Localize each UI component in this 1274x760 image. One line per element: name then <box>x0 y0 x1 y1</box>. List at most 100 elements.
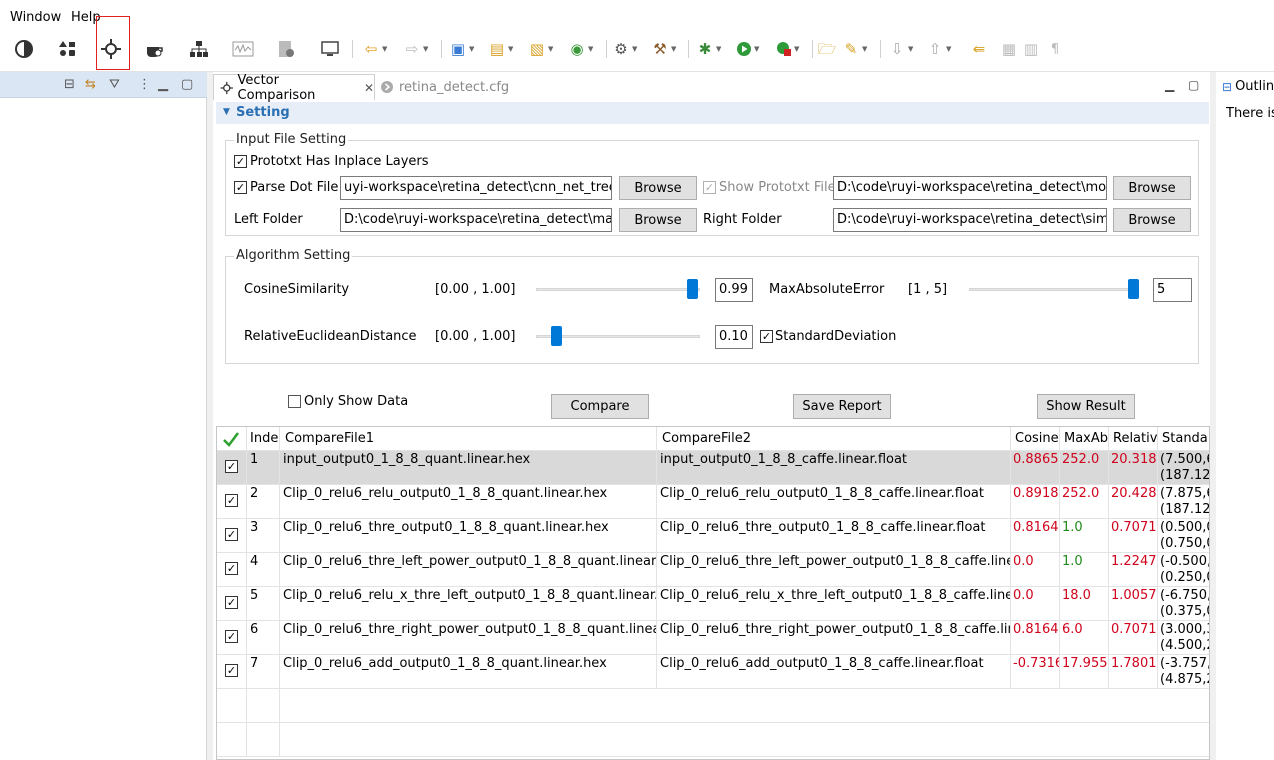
prototxt-field[interactable]: D:\code\ruyi-workspace\retina_detect\mod… <box>833 176 1107 200</box>
only-show-data-checkbox[interactable] <box>288 395 301 408</box>
col-relative[interactable]: Relativ <box>1109 427 1158 451</box>
menu-window[interactable]: Window <box>10 10 61 25</box>
row-checkbox-cell: ✓ <box>217 655 247 689</box>
run-icon[interactable]: ▼ <box>736 38 759 60</box>
monitor-icon[interactable] <box>320 38 340 60</box>
std-line-1: (-0.500,0 <box>1160 554 1209 569</box>
parse-dot-field[interactable]: uyi-workspace\retina_detect\cnn_net_tree… <box>340 176 612 200</box>
view-menu-icon[interactable]: ⋮ <box>138 77 151 92</box>
editor-maximize-icon[interactable]: ▢ <box>1188 78 1199 92</box>
row-checkbox[interactable]: ✓ <box>225 494 238 507</box>
open-folder-icon[interactable]: 🗁 <box>818 38 837 60</box>
table-row[interactable]: ✓ 1 input_output0_1_8_8_quant.linear.hex in… <box>217 451 1209 485</box>
maxabs-slider[interactable] <box>969 288 1139 291</box>
doc-icon[interactable]: ▥ <box>1022 38 1040 60</box>
theme-icon[interactable] <box>14 38 34 60</box>
cell-index: 6 <box>247 621 280 655</box>
browse-right-button[interactable]: Browse <box>1113 208 1191 232</box>
coffee-icon[interactable] <box>145 38 165 60</box>
new-file-icon[interactable]: ▧ ▼ <box>528 38 553 60</box>
row-checkbox[interactable]: ✓ <box>225 596 238 609</box>
row-checkbox[interactable]: ✓ <box>225 664 238 677</box>
new-package-icon[interactable]: ▤ ▼ <box>488 38 513 60</box>
col-maxab[interactable]: MaxAb <box>1060 427 1109 451</box>
back-edit-icon[interactable]: ⇚ <box>970 38 988 60</box>
row-checkbox[interactable]: ✓ <box>225 562 238 575</box>
right-folder-field[interactable]: D:\code\ruyi-workspace\retina_detect\sim… <box>833 208 1107 232</box>
paragraph-icon[interactable]: ¶ <box>1046 38 1064 60</box>
bug-icon[interactable]: ✱ ▼ <box>696 38 722 60</box>
debug-config-icon[interactable]: ⚙ ▼ <box>612 38 637 60</box>
filter-icon[interactable]: ⛛ <box>109 77 120 92</box>
maxabs-value[interactable]: 5 <box>1153 278 1192 302</box>
col-index[interactable]: Inde <box>247 427 280 451</box>
waveform-icon[interactable] <box>232 38 254 60</box>
tab-vector-comparison[interactable]: Vector Comparison ✕ <box>213 73 375 103</box>
main-toolbar: ⇦ ▼ ⇨ ▼ ▣ ▼ ▤ ▼ ▧ ▼ ◉ ▼ ⚙ ▼ ⚒ ▼ ✱ ▼ ▼ ▼ 🗁 ✎ ▼ ⇩ ▼ ⇧… <box>0 28 1274 72</box>
prototxt-inplace-checkbox[interactable]: ✓ <box>234 155 247 168</box>
relative-label: RelativeEuclideanDistance <box>244 329 417 344</box>
compare-button[interactable]: Compare <box>551 394 649 419</box>
table-row[interactable]: ✓ 7 Clip_0_relu6_add_output0_1_8_8_quant.l… <box>217 655 1209 689</box>
col-cosine[interactable]: Cosine <box>1011 427 1060 451</box>
cell-relative: 20.42873 <box>1109 485 1158 519</box>
table-row[interactable]: ✓ 6 Clip_0_relu6_thre_right_power_output0_… <box>217 621 1209 655</box>
browse-left-button[interactable]: Browse <box>619 208 697 232</box>
expand-icon[interactable]: ▼ <box>223 107 230 117</box>
table-row[interactable]: ✓ 2 Clip_0_relu6_relu_output0_1_8_8_quant.… <box>217 485 1209 519</box>
highlight-box <box>96 16 130 70</box>
build-icon[interactable]: ⚒ ▼ <box>651 38 676 60</box>
new-class-icon[interactable]: ▣ ▼ <box>449 38 474 60</box>
relative-slider-thumb[interactable] <box>551 326 563 346</box>
relative-value[interactable]: 0.10 <box>715 325 753 349</box>
cosine-slider[interactable] <box>536 288 700 291</box>
next-annotation-icon[interactable]: ⇩ ▼ <box>888 38 914 60</box>
apps-icon[interactable] <box>58 38 78 60</box>
col-comparefile2[interactable]: CompareFile2 <box>657 427 1011 451</box>
minimize-icon[interactable]: ▁ <box>158 77 168 92</box>
prev-annotation-icon[interactable]: ⇧ ▼ <box>926 38 952 60</box>
forward-arrow-icon[interactable]: ⇨ ▼ <box>403 38 429 60</box>
row-checkbox[interactable]: ✓ <box>225 460 238 473</box>
cell-index: 7 <box>247 655 280 689</box>
browse-prototxt-button[interactable]: Browse <box>1113 176 1191 200</box>
browse-dot-button[interactable]: Browse <box>619 176 697 200</box>
std-line-2: (4.875,2. <box>1160 672 1209 687</box>
outline-tab[interactable]: ⊟ Outlin <box>1222 79 1274 94</box>
maxabs-range: [1 , 5] <box>908 282 948 297</box>
save-report-button[interactable]: Save Report <box>793 394 891 419</box>
select-all-check-icon[interactable] <box>217 427 247 451</box>
cosine-value[interactable]: 0.99 <box>715 278 753 302</box>
network-icon[interactable] <box>189 38 209 60</box>
table-row[interactable]: ✓ 5 Clip_0_relu6_relu_x_thre_left_output0_… <box>217 587 1209 621</box>
close-tab-icon[interactable]: ✕ <box>364 81 374 95</box>
pin-icon[interactable]: ▦ <box>1000 38 1018 60</box>
wand-icon[interactable]: ✎ ▼ <box>842 38 868 60</box>
parse-dot-checkbox[interactable]: ✓ <box>234 181 247 194</box>
table-row[interactable]: ✓ 3 Clip_0_relu6_thre_output0_1_8_8_quant.… <box>217 519 1209 553</box>
cell-standard: (-6.750,7(0.375,0. <box>1158 587 1209 621</box>
col-standard[interactable]: Standa <box>1158 427 1209 451</box>
back-arrow-icon[interactable]: ⇦ ▼ <box>362 38 388 60</box>
row-checkbox-cell: ✓ <box>217 587 247 621</box>
show-result-button[interactable]: Show Result <box>1037 394 1135 419</box>
col-comparefile1[interactable]: CompareFile1 <box>280 427 657 451</box>
table-row[interactable]: ✓ 4 Clip_0_relu6_thre_left_power_output0_1… <box>217 553 1209 587</box>
stddev-checkbox[interactable]: ✓ <box>760 330 773 343</box>
maximize-icon[interactable]: ▢ <box>181 77 193 92</box>
document-settings-icon[interactable] <box>276 38 296 60</box>
stop-icon[interactable]: ▼ <box>776 38 799 60</box>
maxabs-slider-thumb[interactable] <box>1128 279 1139 299</box>
show-prototxt-checkbox[interactable]: ✓ <box>703 181 716 194</box>
editor-minimize-icon[interactable]: ▁ <box>1165 78 1174 92</box>
link-editor-icon[interactable]: ⇆ <box>85 77 96 92</box>
cosine-slider-thumb[interactable] <box>687 279 699 299</box>
row-checkbox[interactable]: ✓ <box>225 630 238 643</box>
cell-standard: (-3.757,4(4.875,2. <box>1158 655 1209 689</box>
setting-section[interactable]: ▼ Setting <box>216 102 1209 124</box>
new-project-icon[interactable]: ◉ ▼ <box>568 38 593 60</box>
collapse-all-icon[interactable]: ⊟ <box>64 77 75 92</box>
tab-retina-cfg[interactable]: retina_detect.cfg <box>381 74 509 100</box>
row-checkbox[interactable]: ✓ <box>225 528 238 541</box>
left-folder-field[interactable]: D:\code\ruyi-workspace\retina_detect\map… <box>340 208 612 232</box>
